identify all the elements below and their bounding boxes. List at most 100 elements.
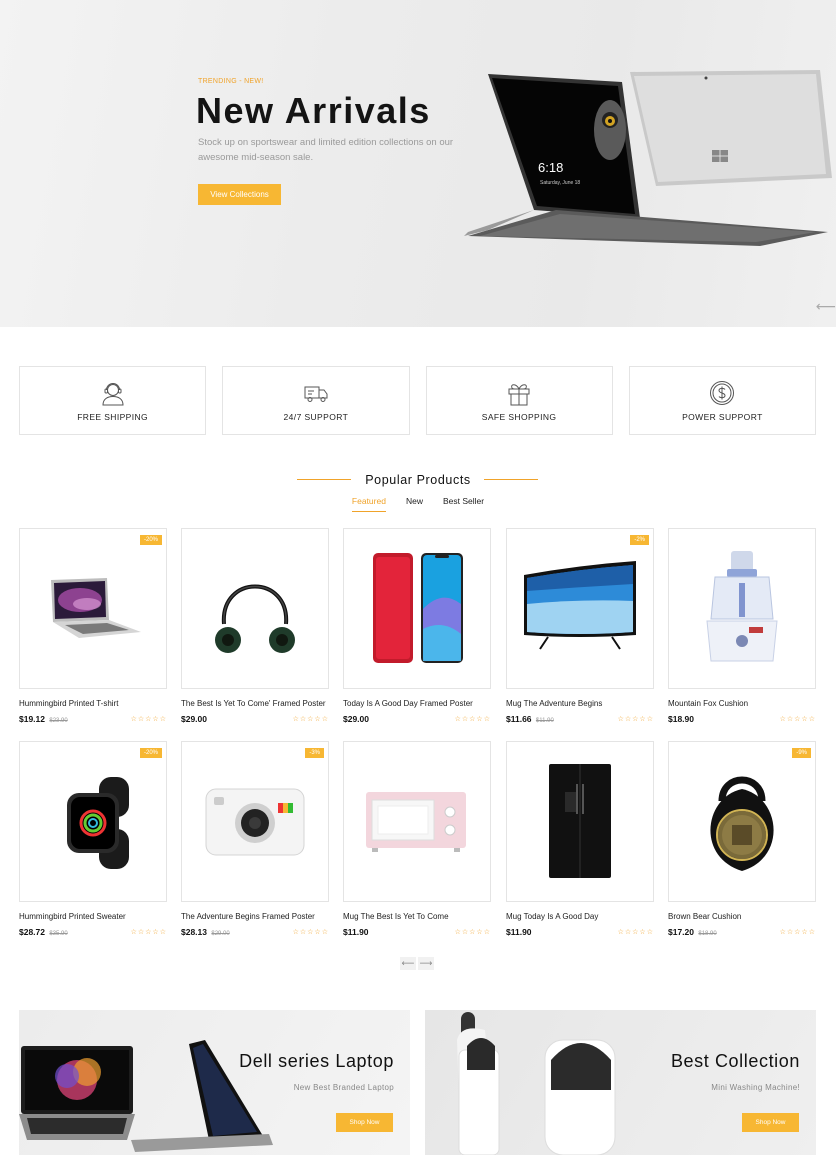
feature-strip: FREE SHIPPING 24/7 SUPPORT SAFE SHOPPING… <box>19 366 816 435</box>
rating-stars: ☆☆☆☆☆ <box>130 929 167 936</box>
product-image[interactable]: -3% <box>181 741 329 902</box>
discount-badge: -3% <box>305 748 324 758</box>
product-image[interactable]: -9% <box>668 741 816 902</box>
product-card[interactable]: -9% Brown Bear Cushion $17.20 $18.90 ☆☆☆☆… <box>668 741 816 937</box>
product-card[interactable]: The Best Is Yet To Come' Framed Poster $… <box>181 528 329 724</box>
product-name[interactable]: Mug The Best Is Yet To Come <box>343 912 491 921</box>
product-image[interactable]: -2% <box>506 528 654 689</box>
laptop-banner[interactable]: Dell series Laptop New Best Branded Lapt… <box>19 1010 410 1155</box>
product-name[interactable]: The Adventure Begins Framed Poster <box>181 912 329 921</box>
product-card[interactable]: -2% Mug The Adventure Begins $11.66 $11.… <box>506 528 654 724</box>
product-name[interactable]: Mug Today Is A Good Day <box>506 912 654 921</box>
shop-now-button[interactable]: Shop Now <box>336 1113 393 1132</box>
product-name[interactable]: Today Is A Good Day Framed Poster <box>343 699 491 708</box>
slider-next-arrow-icon[interactable]: ⟵ <box>816 298 836 315</box>
heading-line-right <box>484 479 538 480</box>
tablet-clock: 6:18 <box>538 160 563 175</box>
rating-stars: ☆☆☆☆☆ <box>617 716 654 723</box>
smartphone-image <box>373 552 463 663</box>
banner-title: Best Collection <box>670 1051 800 1071</box>
next-arrow-icon[interactable]: ⟶ <box>418 957 434 970</box>
laptop-image <box>51 577 141 638</box>
hero-slider: TRENDING - NEW! New Arrivals Stock up on… <box>0 0 836 327</box>
product-price: $28.72 $35.90 <box>19 927 68 937</box>
discount-badge: -20% <box>139 535 162 545</box>
discount-badge: -2% <box>630 535 649 545</box>
hero-description: Stock up on sportswear and limited editi… <box>198 137 454 163</box>
old-price: $35.90 <box>49 931 68 937</box>
product-image[interactable]: -20% <box>19 741 167 902</box>
popular-products-heading: Popular Products <box>0 471 836 489</box>
old-price: $11.90 <box>535 718 554 724</box>
microwave-image <box>366 791 466 852</box>
washing-banner[interactable]: Best Collection Mini Washing Machine! Sh… <box>425 1010 816 1155</box>
rating-stars: ☆☆☆☆☆ <box>292 716 329 723</box>
banner-subtitle: Mini Washing Machine! <box>711 1083 800 1092</box>
product-name[interactable]: Hummingbird Printed T-shirt <box>19 699 167 708</box>
product-image[interactable]: -20% <box>19 528 167 689</box>
product-image[interactable] <box>668 528 816 689</box>
rating-stars: ☆☆☆☆☆ <box>779 716 816 723</box>
product-image[interactable] <box>343 528 491 689</box>
feature-247-support: 24/7 SUPPORT <box>222 366 410 435</box>
feature-label: SAFE SHOPPING <box>481 411 557 422</box>
product-name[interactable]: Mug The Adventure Begins <box>506 699 654 708</box>
juicer-image <box>706 550 778 661</box>
tab-featured[interactable]: Featured <box>351 496 386 512</box>
rating-stars: ☆☆☆☆☆ <box>130 716 167 723</box>
banner-title: Dell series Laptop <box>239 1051 394 1071</box>
product-price: $28.13 $29.00 <box>181 927 230 937</box>
product-price: $18.90 <box>668 714 694 724</box>
old-price: $29.00 <box>211 931 230 937</box>
discount-badge: -9% <box>792 748 811 758</box>
product-name[interactable]: The Best Is Yet To Come' Framed Poster <box>181 699 329 708</box>
hero-title: New Arrivals <box>196 90 431 131</box>
product-card[interactable]: -3% The Adventure Begins Framed Poster $… <box>181 741 329 937</box>
product-image[interactable] <box>343 741 491 902</box>
feature-label: POWER SUPPORT <box>682 411 763 422</box>
gift-icon <box>508 383 530 405</box>
rating-stars: ☆☆☆☆☆ <box>779 929 816 936</box>
speaker-image <box>710 776 774 871</box>
section-title: Popular Products <box>365 473 471 487</box>
product-card[interactable]: Mug Today Is A Good Day $11.90 ☆☆☆☆☆ <box>506 741 654 937</box>
headphones-image <box>215 584 295 653</box>
old-price: $18.90 <box>698 931 717 937</box>
feature-label: FREE SHIPPING <box>77 411 149 422</box>
refrigerator-image <box>549 763 611 878</box>
discount-badge: -20% <box>139 748 162 758</box>
product-card[interactable]: Mountain Fox Cushion $18.90 ☆☆☆☆☆ <box>668 528 816 724</box>
hero-tag: TRENDING - NEW! <box>198 78 264 85</box>
shop-now-button[interactable]: Shop Now <box>742 1113 799 1132</box>
product-card[interactable]: Today Is A Good Day Framed Poster $29.00… <box>343 528 491 724</box>
product-image[interactable] <box>181 528 329 689</box>
product-card[interactable]: Mug The Best Is Yet To Come $11.90 ☆☆☆☆☆ <box>343 741 491 937</box>
rating-stars: ☆☆☆☆☆ <box>617 929 654 936</box>
tab-best-seller[interactable]: Best Seller <box>443 496 484 512</box>
hero-tablet-image: 6:18 Saturday, June 18 <box>464 70 832 246</box>
product-card[interactable]: -20% Hummingbird Printed Sweater $28.72 … <box>19 741 167 937</box>
laptop-banner-image <box>19 1040 273 1152</box>
product-name[interactable]: Mountain Fox Cushion <box>668 699 816 708</box>
banner-subtitle: New Best Branded Laptop <box>293 1083 394 1092</box>
product-name[interactable]: Hummingbird Printed Sweater <box>19 912 167 921</box>
product-price: $29.00 <box>181 714 207 724</box>
support-agent-icon <box>102 382 124 405</box>
instant-camera-image <box>205 788 305 855</box>
smartwatch-image <box>67 776 129 869</box>
product-image[interactable] <box>506 741 654 902</box>
tab-new[interactable]: New <box>406 496 423 512</box>
feature-safe-shopping: SAFE SHOPPING <box>425 366 613 435</box>
feature-free-shipping: FREE SHIPPING <box>19 366 207 435</box>
feature-label: 24/7 SUPPORT <box>283 411 349 422</box>
product-name[interactable]: Brown Bear Cushion <box>668 912 816 921</box>
delivery-truck-icon <box>304 386 328 402</box>
product-card[interactable]: -20% Hummingbird Printed T-shirt $19.12 … <box>19 528 167 724</box>
prev-arrow-icon[interactable]: ⟵ <box>400 957 416 970</box>
rating-stars: ☆☆☆☆☆ <box>292 929 329 936</box>
rating-stars: ☆☆☆☆☆ <box>454 929 491 936</box>
heading-line-left <box>297 479 351 480</box>
feature-power-support: POWER SUPPORT <box>628 366 816 435</box>
view-collections-button[interactable]: View Collections <box>198 184 281 205</box>
product-price: $17.20 $18.90 <box>668 927 717 937</box>
